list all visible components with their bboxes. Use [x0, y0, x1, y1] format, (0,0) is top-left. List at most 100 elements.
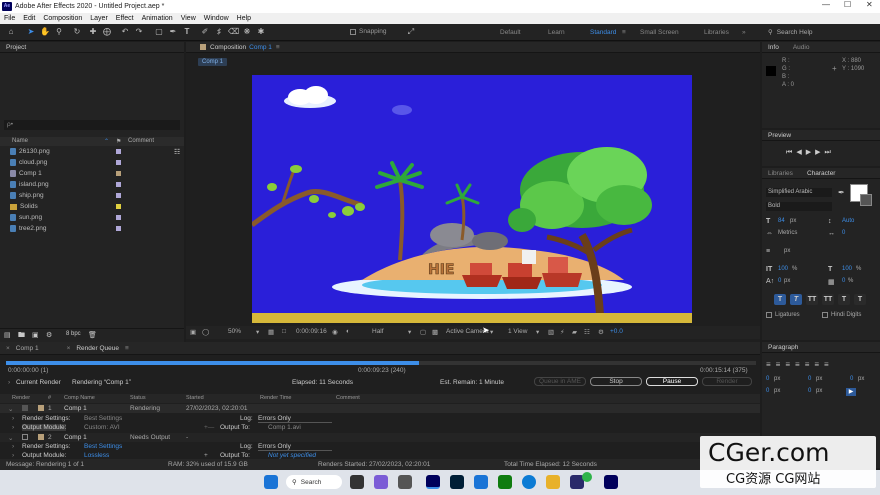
- name-column-header[interactable]: Name: [12, 138, 28, 144]
- baseline-shift-value[interactable]: 0: [778, 278, 781, 284]
- project-item-label-color[interactable]: [116, 171, 121, 176]
- font-size-value[interactable]: 84: [778, 218, 785, 224]
- menu-effect[interactable]: Effect: [116, 15, 134, 22]
- comp-breadcrumb[interactable]: Comp 1: [198, 58, 228, 66]
- messenger-icon[interactable]: [582, 472, 592, 482]
- tracking-value[interactable]: 0: [842, 230, 845, 236]
- menu-layer[interactable]: Layer: [90, 15, 108, 22]
- col-status[interactable]: Status: [130, 395, 146, 401]
- queue-in-ame-button[interactable]: Queue in AME: [534, 377, 586, 386]
- resolution-select[interactable]: Half: [372, 328, 384, 335]
- menu-edit[interactable]: Edit: [23, 15, 35, 22]
- menu-help[interactable]: Help: [237, 15, 251, 22]
- workspace-default[interactable]: Default: [500, 29, 521, 36]
- faux-bold-icon[interactable]: T: [774, 294, 786, 305]
- start-icon[interactable]: [264, 475, 278, 489]
- current-render-expand-icon[interactable]: ›: [8, 379, 10, 386]
- preview-tab[interactable]: Preview: [762, 130, 880, 141]
- eraser-tool-icon[interactable]: ⌫: [228, 27, 239, 37]
- file-explorer-icon[interactable]: [546, 475, 560, 489]
- timeline-icon[interactable]: ▰: [572, 328, 577, 336]
- views-select[interactable]: 1 View: [508, 328, 527, 335]
- row1-render-settings-value[interactable]: Best Settings: [84, 415, 122, 422]
- project-item-label-color[interactable]: [116, 182, 121, 187]
- maximize-icon[interactable]: ☐: [844, 0, 851, 9]
- pause-button[interactable]: Pause: [646, 377, 698, 386]
- edge-icon[interactable]: [522, 475, 536, 489]
- col-number[interactable]: #: [48, 395, 51, 401]
- subscript-icon[interactable]: T: [854, 294, 866, 305]
- resolution-dropdown-icon[interactable]: ▾: [408, 328, 411, 336]
- leading-value[interactable]: Auto: [842, 218, 854, 224]
- row1-rs-expand-icon[interactable]: ›: [12, 415, 14, 422]
- row2-output-file[interactable]: Not yet specified: [268, 452, 316, 459]
- eyedropper-icon[interactable]: ✒: [838, 188, 845, 197]
- align-center-icon[interactable]: ≡: [776, 360, 786, 369]
- home-icon[interactable]: ⌂: [6, 27, 16, 37]
- snap-options-icon[interactable]: ⤢: [406, 27, 416, 37]
- show-channel-icon[interactable]: ◐: [346, 328, 350, 335]
- stop-button[interactable]: Stop: [590, 377, 642, 386]
- snapping-toggle[interactable]: Snapping: [350, 28, 386, 35]
- toggle-pixel-aspect-icon[interactable]: ▧: [548, 328, 554, 336]
- premiere-icon[interactable]: [604, 475, 618, 489]
- project-item-label-color[interactable]: [116, 160, 121, 165]
- row2-log-select[interactable]: Errors Only: [258, 443, 332, 451]
- all-caps-icon[interactable]: TT: [806, 294, 818, 305]
- workspace-small-screen[interactable]: Small Screen: [640, 29, 679, 36]
- interpret-footage-icon[interactable]: ▤: [4, 331, 11, 339]
- col-comp-name[interactable]: Comp Name: [64, 395, 95, 401]
- snapping-checkbox[interactable]: [350, 28, 356, 35]
- row2-add-output-icon[interactable]: +: [204, 452, 208, 459]
- justify-last-center-icon[interactable]: ≡: [805, 360, 815, 369]
- exposure-reset-icon[interactable]: ⚙: [598, 328, 604, 336]
- composition-tab-prefix[interactable]: Composition: [210, 42, 246, 53]
- ligatures-checkbox[interactable]: [766, 312, 772, 318]
- fast-previews-icon[interactable]: ⚡: [560, 328, 565, 336]
- label-column-icon[interactable]: ⚑: [116, 138, 121, 145]
- rotate-tool-icon[interactable]: ↻: [72, 27, 82, 37]
- project-item-label-color[interactable]: [116, 204, 121, 209]
- faux-italic-icon[interactable]: T: [790, 294, 802, 305]
- justify-last-right-icon[interactable]: ≡: [814, 360, 824, 369]
- hand-tool-icon[interactable]: ✋: [40, 27, 50, 37]
- workspace-menu-icon[interactable]: ≡: [622, 29, 626, 36]
- comp-tab-close-icon[interactable]: ×: [6, 343, 10, 354]
- grid-icon[interactable]: ▦: [268, 328, 274, 336]
- project-item[interactable]: Solids: [10, 203, 38, 210]
- task-view-icon[interactable]: [350, 475, 364, 489]
- project-search[interactable]: ρ•: [4, 120, 180, 130]
- project-item[interactable]: 26130.png: [10, 148, 50, 155]
- project-item-label-color[interactable]: [116, 226, 121, 231]
- render-queue-tab[interactable]: Render Queue: [76, 343, 119, 354]
- row2-render-checkbox[interactable]: [22, 434, 28, 440]
- kerning-value[interactable]: Metrics: [778, 230, 797, 236]
- binocular-icon[interactable]: ◯: [202, 328, 209, 336]
- tsume-value[interactable]: 0: [842, 278, 845, 284]
- transparency-grid-icon[interactable]: ▩: [432, 328, 438, 336]
- font-family-select[interactable]: Simplified Arabic: [766, 188, 832, 197]
- col-render[interactable]: Render: [12, 395, 30, 401]
- settings-icon[interactable]: [398, 475, 412, 489]
- new-folder-icon[interactable]: 🖿: [18, 331, 25, 342]
- rq-item-row[interactable]: ⌄ 1 Comp 1 Rendering 27/02/2023, 02:20:0…: [0, 404, 760, 413]
- region-of-interest-icon[interactable]: ▢: [420, 328, 426, 336]
- last-frame-icon[interactable]: ⏭: [824, 149, 834, 156]
- workspace-libraries[interactable]: Libraries: [704, 29, 729, 36]
- row2-render-settings-value[interactable]: Best Settings: [84, 443, 122, 450]
- project-item[interactable]: Comp 1: [10, 170, 42, 177]
- puppet-tool-icon[interactable]: ✱: [256, 27, 266, 37]
- row1-log-select[interactable]: Errors Only: [258, 415, 332, 423]
- photoshop-icon[interactable]: [450, 475, 464, 489]
- redo-icon[interactable]: ↷: [134, 27, 144, 37]
- teams-icon[interactable]: [374, 475, 388, 489]
- justify-last-left-icon[interactable]: ≡: [795, 360, 805, 369]
- hindi-digits-option[interactable]: Hindi Digits: [822, 312, 861, 318]
- small-caps-icon[interactable]: TT: [822, 294, 834, 305]
- pan-behind-tool-icon[interactable]: ⨁: [102, 27, 112, 37]
- project-item[interactable]: island.png: [10, 181, 49, 188]
- undo-icon[interactable]: ↶: [120, 27, 130, 37]
- snapshot-icon[interactable]: ◉: [332, 328, 338, 336]
- menu-view[interactable]: View: [181, 15, 196, 22]
- ltr-direction-icon[interactable]: ▶: [846, 388, 856, 396]
